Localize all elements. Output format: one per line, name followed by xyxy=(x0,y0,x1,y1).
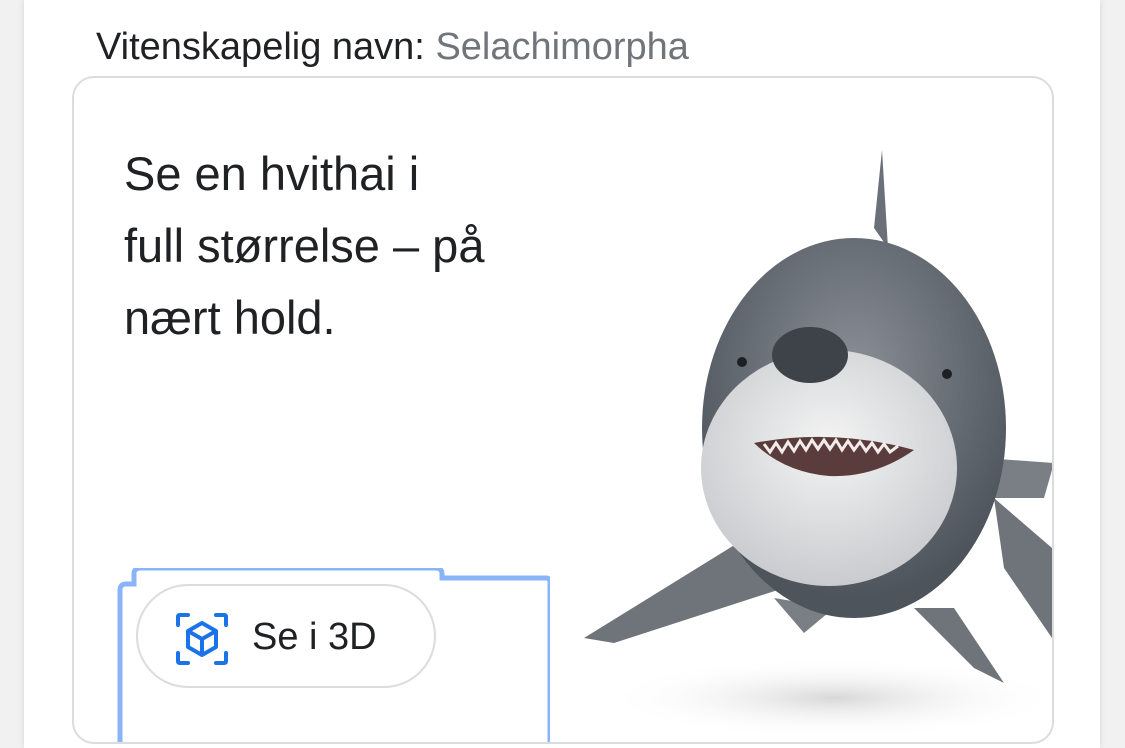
3d-cube-icon xyxy=(176,613,228,665)
scientific-name-value: Selachimorpha xyxy=(435,26,689,68)
view-in-3d-card[interactable]: Se en hvithai i full størrelse – på nært… xyxy=(72,76,1054,744)
promo-text: Se en hvithai i full størrelse – på nært… xyxy=(124,138,564,354)
scientific-name-row: Vitenskapelig navn: Selachimorpha xyxy=(96,24,689,70)
scientific-name-label: Vitenskapelig navn: xyxy=(96,26,425,68)
view-in-3d-label: Se i 3D xyxy=(252,616,377,658)
shark-image xyxy=(584,150,1052,738)
promo-text-line: nært hold. xyxy=(124,291,336,344)
promo-text-line: full størrelse – på xyxy=(124,219,485,272)
view-in-3d-button[interactable]: Se i 3D xyxy=(136,584,436,688)
promo-text-line: Se en hvithai i xyxy=(124,147,420,200)
